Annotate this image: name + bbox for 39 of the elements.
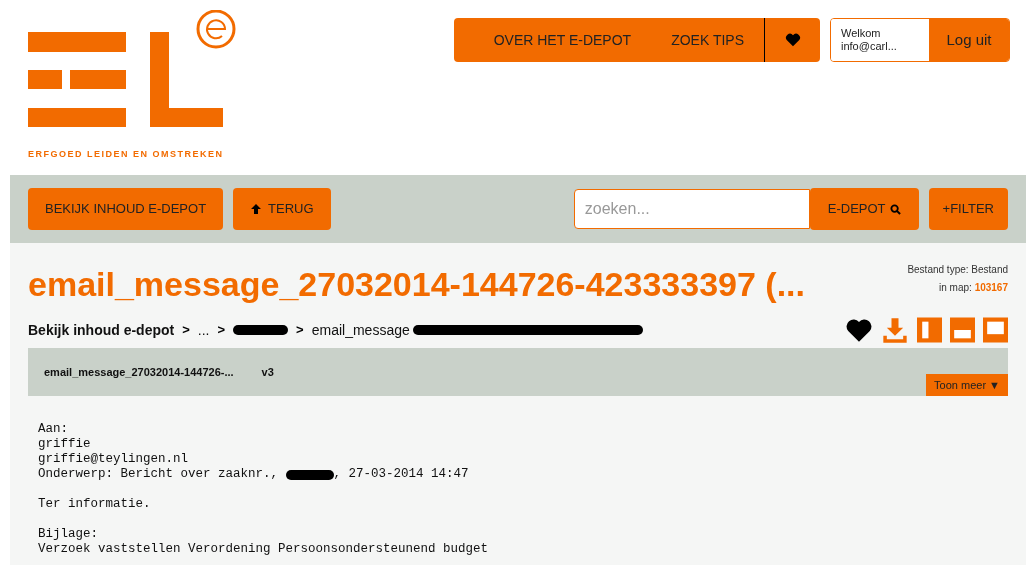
message-line: Verzoek vaststellen Verordening Persoonsondersteunend budget — [38, 542, 490, 557]
filter-button[interactable]: +FILTER — [928, 188, 1008, 230]
logo-caption: ERFGOED LEIDEN EN OMSTREKEN — [28, 148, 225, 161]
message-line: Aan: — [38, 422, 69, 437]
search-button[interactable]: E-DEPOT — [809, 188, 919, 230]
breadcrumb-item: email_message — [311, 320, 410, 340]
search-icon — [889, 203, 901, 215]
file-type-label: Bestand type: Bestand — [907, 263, 1008, 277]
breadcrumb-item: ... — [197, 320, 210, 340]
file-title: email_message_27032014-144726-423333397 (... — [28, 264, 805, 305]
breadcrumb-link[interactable]: Bekijk inhoud e-depot — [28, 319, 175, 341]
arrow-up-icon — [250, 203, 263, 215]
heart-icon — [784, 33, 801, 47]
message-line: Onderwerp: Bericht over zaaknr., — [38, 467, 280, 482]
heart-icon — [845, 317, 873, 343]
layout-left-icon[interactable] — [917, 317, 942, 343]
show-more-button[interactable]: Toon meer ▼ — [926, 374, 1008, 396]
breadcrumb-separator: > — [217, 321, 226, 340]
nav-link[interactable]: ZOEK TIPS — [651, 29, 764, 51]
message-line: Bijlage: — [38, 527, 99, 542]
logout-button[interactable]: Log uit — [929, 19, 1009, 61]
back-button[interactable]: TERUG — [233, 188, 331, 230]
search-field[interactable]: zoeken... — [573, 189, 810, 229]
message-line: , 27-03-2014 14:47 — [333, 467, 469, 482]
layout-bottom-icon[interactable] — [983, 317, 1008, 343]
browse-button[interactable]: BEKIJK INHOUD E-DEPOT — [28, 188, 224, 230]
message-line: griffie — [38, 437, 92, 452]
download-icon[interactable] — [881, 316, 909, 344]
nav-link[interactable]: OVER HET E-DEPOT — [473, 29, 652, 51]
message-line: Ter informatie. — [38, 497, 152, 512]
redaction-mark — [285, 469, 334, 480]
message-line: griffie@teylingen.nl — [38, 452, 190, 467]
layout-top-icon[interactable] — [950, 317, 975, 343]
redaction-mark — [233, 325, 289, 335]
folder-label: in map: 103167 — [939, 281, 1008, 295]
version-file-name: email_message_27032014-144726-... — [44, 364, 234, 380]
breadcrumb-separator: > — [182, 321, 190, 340]
version-label: v3 — [261, 364, 274, 380]
breadcrumb-separator: > — [296, 321, 304, 340]
